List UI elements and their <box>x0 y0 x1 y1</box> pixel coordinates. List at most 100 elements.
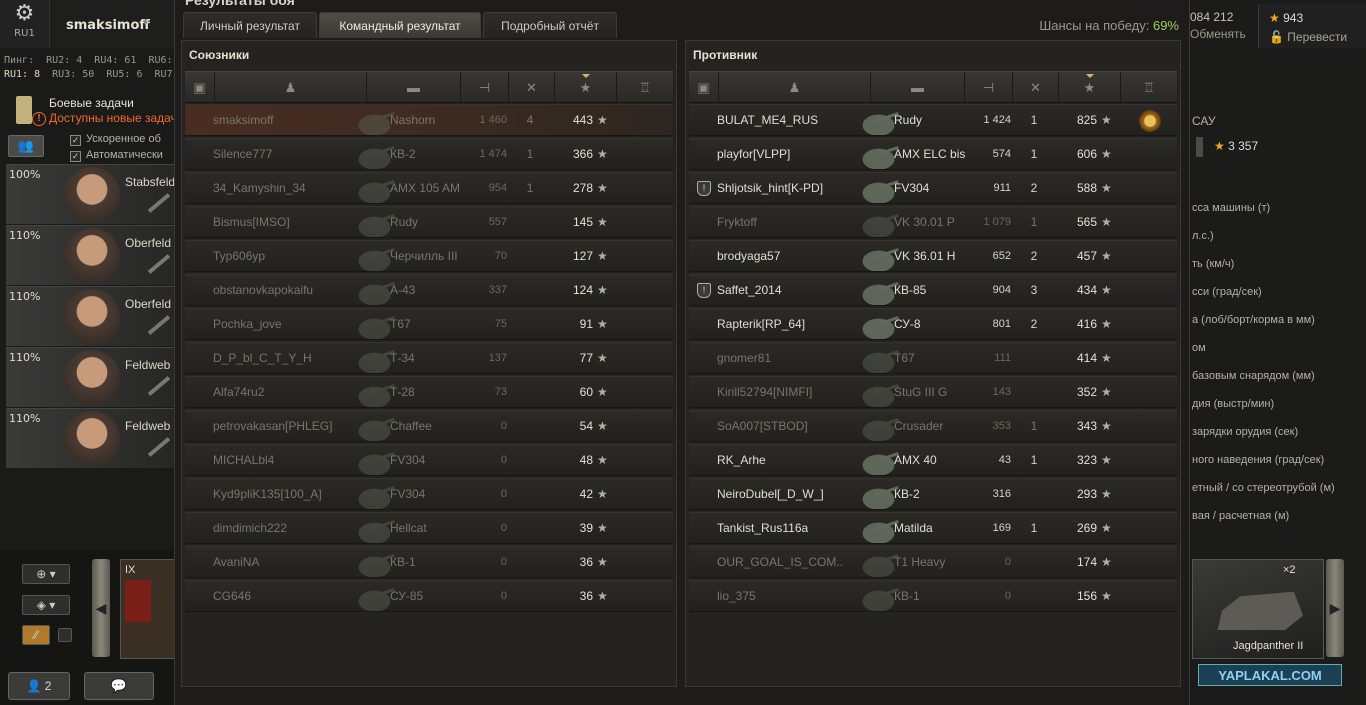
tank-icon: ▬ <box>407 80 420 95</box>
crew-card[interactable]: 110% Oberfeld <box>6 286 178 346</box>
player-name: NeiroDubel[_D_W_] <box>717 487 824 501</box>
missions-button[interactable]: ! Боевые задачи Доступны новые задачи <box>14 92 184 130</box>
player-name: AvaniNA <box>213 555 260 569</box>
table-row[interactable]: brodyaga57 VK 36.01 H 652 2 457 ★ <box>689 240 1177 272</box>
sort-tank-header[interactable]: ▬ <box>871 72 965 104</box>
table-row[interactable]: Alfa74ru2 Т-28 73 60 ★ <box>185 376 673 408</box>
tab-details[interactable]: Подробный отчёт <box>483 12 617 38</box>
sort-kills-header[interactable]: ✕ <box>509 72 555 104</box>
star-icon: ★ <box>1101 181 1112 195</box>
crew-portrait <box>64 350 120 406</box>
carousel-scroll-right[interactable]: ▶ <box>1326 559 1344 657</box>
carousel-scroll-left[interactable]: ◀ <box>92 559 110 657</box>
tank-name: Rudy <box>894 113 923 127</box>
table-row[interactable]: petrovakasan[PHLEG] Chaffee 0 54 ★ <box>185 410 673 442</box>
table-row[interactable]: lio_375 КВ-1 0 156 ★ <box>689 580 1177 612</box>
crew-card[interactable]: 110% Feldweb <box>6 408 178 468</box>
player-name: SoA007[STBOD] <box>717 419 808 433</box>
settings-button[interactable]: ⚙ RU1 <box>0 0 50 48</box>
table-row[interactable]: AvaniNA КВ-1 0 36 ★ <box>185 546 673 578</box>
table-row[interactable]: obstanovkapokaifu А-43 337 124 ★ <box>185 274 673 306</box>
table-row[interactable]: CG646 СУ-85 0 36 ★ <box>185 580 673 612</box>
platoon-button[interactable]: 👤 2 <box>8 672 70 700</box>
table-row[interactable]: MICHALbl4 FV304 0 48 ★ <box>185 444 673 476</box>
sort-medal-header[interactable]: ♖ <box>617 72 673 104</box>
player-name: 34_Kamyshin_34 <box>213 181 306 195</box>
table-row[interactable]: Kirill52794[NIMFI] StuG III G 143 352 ★ <box>689 376 1177 408</box>
sort-squad-header[interactable]: ▣ <box>689 72 719 104</box>
star-icon: ★ <box>1101 317 1112 331</box>
squad-badge-icon: ! <box>697 181 711 196</box>
sort-damage-header[interactable]: ⊣ <box>461 72 509 104</box>
type-filter-button[interactable]: ◈ ▾ <box>22 595 70 615</box>
table-row[interactable]: Bismus[IMSO] Rudy 557 145 ★ <box>185 206 673 238</box>
crew-rank: Oberfeld <box>125 236 172 250</box>
table-row[interactable]: gnomer81 T67 111 414 ★ <box>689 342 1177 374</box>
auto-checkbox[interactable]: ✓ Автоматически <box>70 149 163 162</box>
table-row[interactable]: BULAT_ME4_RUS Rudy 1 424 1 825 ★ <box>689 104 1177 136</box>
crew-card[interactable]: 110% Oberfeld <box>6 225 178 285</box>
accelerated-training-checkbox[interactable]: ✓ Ускоренное об <box>70 133 161 146</box>
table-row[interactable]: Typ606yp Черчилль III 70 127 ★ <box>185 240 673 272</box>
sort-xp-header[interactable]: ★ <box>1059 72 1121 104</box>
xp-value: 269 <box>1076 521 1097 535</box>
damage-value: 169 <box>992 522 1011 534</box>
player-icon: ♟ <box>788 80 801 95</box>
player-name: gnomer81 <box>717 351 772 365</box>
star-icon: ★ <box>1101 113 1112 127</box>
table-row[interactable]: NeiroDubel[_D_W_] КВ-2 316 293 ★ <box>689 478 1177 510</box>
player-menu[interactable]: smaksimoff ▾ <box>50 0 175 48</box>
table-row[interactable]: Fryktoff VK 30.01 P 1 079 1 565 ★ <box>689 206 1177 238</box>
table-row[interactable]: OUR_GOAL_IS_COM.. T1 Heavy 0 174 ★ <box>689 546 1177 578</box>
tank-name: T67 <box>390 317 411 331</box>
table-row[interactable]: ! Shljotsik_hint[K-PD] FV304 911 2 588 ★ <box>689 172 1177 204</box>
allies-title: Союзники <box>189 48 250 62</box>
rank-stripe-icon <box>147 437 171 457</box>
sort-player-header[interactable]: ♟ <box>719 72 871 104</box>
crew-button[interactable]: 👥 <box>8 135 44 157</box>
table-row[interactable]: playfor[VLPP] AMX ELC bis 574 1 606 ★ <box>689 138 1177 170</box>
table-row[interactable]: Silence777 КВ-2 1 474 1 366 ★ <box>185 138 673 170</box>
table-row[interactable]: 34_Kamyshin_34 AMX 105 AM 954 1 278 ★ <box>185 172 673 204</box>
table-row[interactable]: Kyd9pliK135[100_A] FV304 0 42 ★ <box>185 478 673 510</box>
crew-card[interactable]: 110% Feldweb <box>6 347 178 407</box>
table-row[interactable]: ! Saffet_2014 КВ-85 904 3 434 ★ <box>689 274 1177 306</box>
filter-checkbox[interactable] <box>58 628 72 642</box>
exchange-button[interactable]: Обменять <box>1190 27 1246 41</box>
tank-name: СУ-8 <box>894 317 921 331</box>
rank-stripe-icon <box>147 193 171 213</box>
tab-personal[interactable]: Личный результат <box>183 12 317 38</box>
sort-tank-header[interactable]: ▬ <box>367 72 461 104</box>
sort-xp-header[interactable]: ★ <box>555 72 617 104</box>
sort-squad-header[interactable]: ▣ <box>185 72 215 104</box>
table-row[interactable]: RK_Arhe AMX 40 43 1 323 ★ <box>689 444 1177 476</box>
win-chance: Шансы на победу: 69% <box>1039 18 1179 33</box>
kills-value: 3 <box>1030 283 1038 297</box>
table-row[interactable]: Rapterik[RP_64] СУ-8 801 2 416 ★ <box>689 308 1177 340</box>
nation-filter-button[interactable]: ⊕ ▾ <box>22 564 70 584</box>
player-name: BULAT_ME4_RUS <box>717 113 819 127</box>
crew-card[interactable]: 100% Stabsfeld <box>6 164 178 224</box>
sort-medal-header[interactable]: ♖ <box>1121 72 1177 104</box>
table-row[interactable]: smaksimoff Nashorn 1 460 4 443 ★ <box>185 104 673 136</box>
stat-line: ом <box>1192 342 1206 354</box>
table-row[interactable]: dimdimich222 Hellcat 0 39 ★ <box>185 512 673 544</box>
table-row[interactable]: Pochka_jove T67 75 91 ★ <box>185 308 673 340</box>
tank-name: КВ-2 <box>390 147 416 161</box>
table-row[interactable]: SoA007[STBOD] Crusader 353 1 343 ★ <box>689 410 1177 442</box>
tank-name: AMX 105 AM <box>390 181 461 195</box>
sort-damage-header[interactable]: ⊣ <box>965 72 1013 104</box>
chat-button[interactable]: 💬 <box>84 672 154 700</box>
sort-kills-header[interactable]: ✕ <box>1013 72 1059 104</box>
carousel-tank-card[interactable]: ×2 Jagdpanther II <box>1192 559 1324 659</box>
table-row[interactable]: D_P_bl_C_T_Y_H Т-34 137 77 ★ <box>185 342 673 374</box>
sort-player-header[interactable]: ♟ <box>215 72 367 104</box>
missions-new-label: Доступны новые задачи <box>49 111 184 125</box>
crew-portrait <box>64 167 120 223</box>
premium-filter-button[interactable]: ⁄⁄ <box>22 625 50 645</box>
tab-team[interactable]: Командный результат <box>319 12 481 38</box>
tank-name: Chaffee <box>390 419 432 433</box>
carousel-tank-card[interactable]: IX <box>120 559 178 659</box>
table-row[interactable]: Tankist_Rus116a Matilda 169 1 269 ★ <box>689 512 1177 544</box>
convert-button[interactable]: 🔓 Перевести <box>1269 30 1347 44</box>
